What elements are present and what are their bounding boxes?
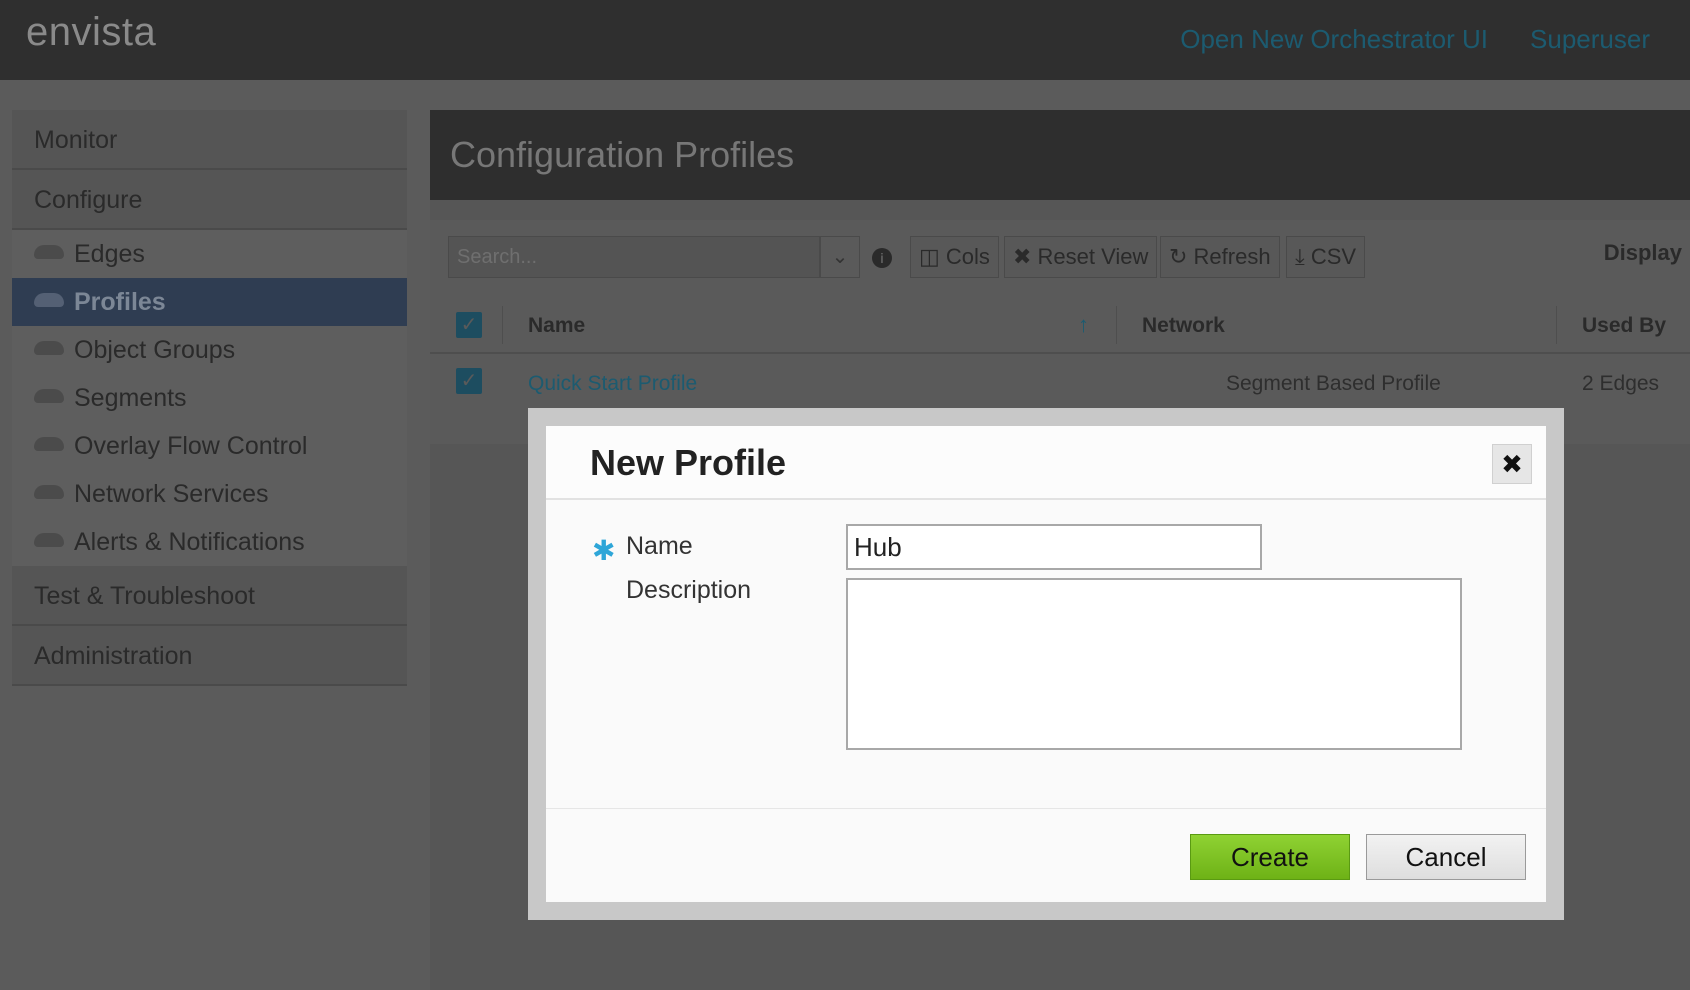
footer-divider [546,808,1546,809]
new-profile-dialog: New Profile ✖ ✱ Name Hub Description Cre… [546,426,1546,902]
sidebar-item-label: Alerts & Notifications [74,528,305,556]
sidebar-item-object-groups[interactable]: Object Groups [12,326,407,374]
nav-monitor[interactable]: Monitor [12,110,407,170]
cols-button[interactable]: ◫ Cols [910,236,999,278]
cloud-icon [34,245,64,259]
sort-ascending-icon[interactable]: ↑ [1078,312,1089,338]
row-checkbox[interactable]: ✓ [456,368,482,394]
cloud-icon [34,485,64,499]
top-bar: envista Open New Orchestrator UI Superus… [0,0,1690,80]
sidebar: Monitor Configure Edges Profiles Object … [12,110,407,686]
sidebar-item-label: Object Groups [74,336,236,364]
sidebar-item-overlay-flow-control[interactable]: Overlay Flow Control [12,422,407,470]
column-divider [502,306,503,344]
sidebar-item-edges[interactable]: Edges [12,230,407,278]
close-icon[interactable]: ✖ [1492,444,1532,484]
nav-configure[interactable]: Configure [12,170,407,230]
refresh-button[interactable]: ↻ Refresh [1160,236,1280,278]
top-links: Open New Orchestrator UI Superuser [1180,24,1650,55]
select-all-checkbox[interactable]: ✓ [456,312,482,338]
columns-icon: ◫ [919,244,946,269]
cancel-button[interactable]: Cancel [1366,834,1526,880]
dialog-header: New Profile ✖ [546,426,1546,500]
refresh-icon: ↻ [1169,244,1194,269]
cloud-icon [34,293,64,307]
search-input[interactable]: Search... [448,236,820,278]
profile-used-by: 2 Edges [1582,372,1660,395]
name-label: Name [626,532,693,560]
display-label[interactable]: Display [1604,240,1682,266]
csv-button[interactable]: ⤓ CSV [1286,236,1366,278]
page-header: Configuration Profiles [430,110,1690,200]
cloud-icon [34,389,64,403]
nav-administration[interactable]: Administration [12,626,407,686]
refresh-label: Refresh [1193,244,1271,269]
sidebar-item-label: Network Services [74,480,269,508]
sidebar-item-label: Segments [74,384,187,412]
open-new-orchestrator-link[interactable]: Open New Orchestrator UI [1180,24,1488,55]
sidebar-item-alerts-notifications[interactable]: Alerts & Notifications [12,518,407,566]
sidebar-item-profiles[interactable]: Profiles [12,278,407,326]
column-header-name[interactable]: Name [528,314,585,338]
description-field[interactable] [846,578,1462,750]
nav-test-troubleshoot[interactable]: Test & Troubleshoot [12,566,407,626]
cloud-icon [34,533,64,547]
table-header [430,296,1690,354]
x-icon: ✖ [1013,244,1038,269]
cols-label: Cols [945,244,990,269]
page-title: Configuration Profiles [450,134,795,175]
description-label: Description [626,576,752,604]
sidebar-item-network-services[interactable]: Network Services [12,470,407,518]
required-asterisk-icon: ✱ [592,535,616,566]
cloud-icon [34,437,64,451]
column-divider [1556,306,1557,344]
dialog-title: New Profile [590,442,787,483]
column-divider [1116,306,1117,344]
reset-label: Reset View [1037,244,1149,269]
user-menu-link[interactable]: Superuser [1530,24,1650,55]
column-header-network[interactable]: Network [1142,314,1225,338]
sidebar-item-label: Profiles [74,288,166,316]
cloud-icon [34,341,64,355]
download-icon: ⤓ [1295,244,1311,269]
brand-logo: envista [26,10,157,54]
sidebar-item-label: Edges [74,240,145,268]
name-field[interactable]: Hub [846,524,1262,570]
create-button[interactable]: Create [1190,834,1350,880]
chevron-down-icon[interactable]: ⌄ [820,236,860,278]
info-icon[interactable]: i [872,248,892,268]
sidebar-item-label: Overlay Flow Control [74,432,308,460]
sidebar-item-segments[interactable]: Segments [12,374,407,422]
csv-label: CSV [1310,244,1357,269]
profile-network: Segment Based Profile [1226,372,1441,395]
profile-name-link[interactable]: Quick Start Profile [528,372,697,396]
column-header-used-by[interactable]: Used By [1582,314,1666,338]
reset-view-button[interactable]: ✖ Reset View [1004,236,1158,278]
